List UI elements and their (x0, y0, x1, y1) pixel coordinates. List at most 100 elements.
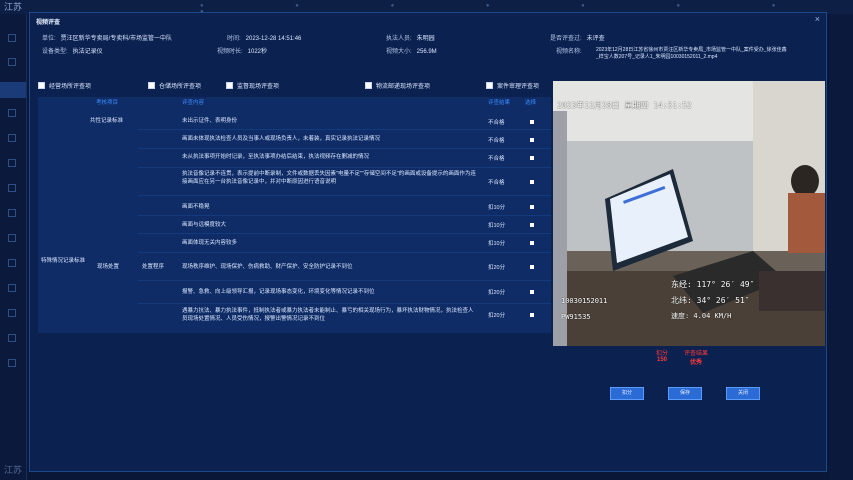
row-select[interactable] (530, 313, 534, 317)
checkbox-box[interactable] (486, 82, 493, 89)
table-row: 现场秩序维护、现场保护、伤病救助、财产保护、安全防护记录不到位 (182, 264, 353, 270)
sidebar-item-icon[interactable] (8, 134, 16, 142)
row-divider (138, 303, 551, 304)
table-row: 未从执法事项开始时记录，至执法事项办结后结束，执法视频存在删减的情况 (182, 154, 370, 160)
video-player[interactable]: 2023年12月28日 星期四 14:51:52 东经: 117° 26′ 49… (553, 81, 825, 346)
unit-value: 贾汪区新华专卖局/专卖科/市场监管一中队 (60, 36, 173, 42)
row-select[interactable] (530, 241, 534, 245)
filename-line1: 2023年12月28日江苏省徐州市贾汪区新华专卖局_市场监管一中队_案件受办_徐… (596, 47, 787, 53)
row-result: 扣20分 (488, 265, 506, 271)
size-info: 视频大小: 256.9M (386, 46, 437, 55)
close-icon[interactable]: × (815, 14, 820, 24)
row-divider (138, 195, 551, 196)
filename-label: 视频名称: (556, 49, 582, 55)
checkbox-box[interactable] (365, 82, 372, 89)
row-select[interactable] (530, 290, 534, 294)
sidebar-item-icon[interactable] (8, 259, 16, 267)
table-row: 执法音像记录不连贯，表示提前中断录制，文件或数据丢失因素"电量不足""存储空间不… (182, 171, 476, 185)
right-panel-edge (829, 14, 853, 480)
row-divider (138, 167, 551, 168)
size-label: 视频大小: (386, 49, 412, 55)
review-result-label: 评查结果 (684, 351, 709, 357)
checkbox-box[interactable] (226, 82, 233, 89)
sidebar-item-icon[interactable] (8, 359, 16, 367)
sidebar-item-icon[interactable] (8, 184, 16, 192)
close-button[interactable]: 关闭 (726, 387, 760, 400)
table-row: 画面体现无关内容较多 (182, 240, 238, 246)
sub-onsite: 现场处置 (97, 264, 120, 270)
row-divider (138, 252, 551, 253)
row-divider (138, 215, 551, 216)
enforcer-info: 执法人员: 朱明园 (386, 33, 435, 42)
row-result: 扣10分 (488, 241, 506, 247)
duration-info: 视频时长: 1022秒 (217, 46, 267, 55)
time-info: 时间: 2023-12-28 14:51:46 (227, 33, 301, 42)
checkbox-box[interactable] (38, 82, 45, 89)
video-review-modal: 视频评查 × 单位: 贾汪区新华专卖局/专卖科/市场监管一中队 时间: 2023-1… (29, 12, 827, 472)
checkbox-box[interactable] (148, 82, 155, 89)
app-logo: 江苏 (4, 2, 23, 12)
table-row: 遇暴力抗法、暴力执法事件，抵制执法者或暴力执法者未能制止、暴亏的相关现场行为，暴… (182, 308, 474, 322)
size-value: 256.9M (416, 49, 437, 55)
row-select[interactable] (530, 205, 534, 209)
time-value: 2023-12-28 14:51:46 (245, 36, 302, 42)
sidebar-item-icon[interactable] (8, 209, 16, 217)
bottom-app-label: 江苏 (4, 465, 23, 475)
sub-procedure: 处置程序 (142, 264, 165, 270)
enforcer-value: 朱明园 (416, 36, 435, 42)
sidebar-item-icon[interactable] (8, 334, 16, 342)
sidebar-item-icon[interactable] (8, 34, 16, 42)
header-mark: 选择 (525, 100, 537, 106)
filename-value: 2023年12月28日江苏省徐州市贾汪区新华专卖局_市场监管一中队_案件受办_徐… (596, 46, 826, 60)
group-general: 共性记录标准 (90, 118, 124, 124)
device-info: 设备类型: 执法记录仪 (42, 46, 103, 55)
modal-title: 视频评查 (36, 20, 61, 26)
header-content: 评查内容 (182, 100, 205, 106)
row-select[interactable] (530, 156, 534, 160)
sidebar-item-icon[interactable] (8, 109, 16, 117)
row-result: 不合格 (488, 138, 505, 144)
deduct-button[interactable]: 扣分 (610, 387, 644, 400)
row-select[interactable] (530, 265, 534, 269)
save-button[interactable]: 保存 (668, 387, 702, 400)
sidebar-item-icon[interactable] (8, 234, 16, 242)
filename-line2: _样宝人数207号_记录人1_朱明园10030152011_2.mp4 (596, 54, 718, 60)
checkbox-warehouse[interactable]: 仓储场所评查项 (148, 81, 201, 90)
enforcer-label: 执法人员: (386, 36, 412, 42)
checkbox-logistics[interactable]: 物流邮递现场评查项 (365, 81, 430, 90)
time-label: 时间: (227, 36, 241, 42)
review-result-value: 优秀 (690, 360, 703, 366)
device-label: 设备类型: (42, 49, 68, 55)
sidebar-item-active[interactable] (0, 82, 26, 98)
osd-time: 14:51:52 (653, 101, 692, 110)
sidebar-item-icon[interactable] (8, 58, 16, 66)
osd-date-text: 2023年12月28日 (557, 101, 620, 110)
table-row: 画面不稳晃 (182, 204, 210, 210)
sidebar-item-icon[interactable] (8, 309, 16, 317)
checkbox-supervision[interactable]: 监督现场评查项 (226, 81, 279, 90)
osd-weekday: 星期四 (624, 101, 649, 110)
video-frame (553, 81, 825, 346)
checkbox-business-site[interactable]: 经营场所评查项 (38, 81, 91, 90)
reviewed-label: 是否评查过: (550, 36, 582, 42)
sidebar-item-icon[interactable] (8, 284, 16, 292)
reviewed-info: 是否评查过: 未评查 (550, 33, 605, 42)
row-select[interactable] (530, 138, 534, 142)
row-select[interactable] (530, 180, 534, 184)
checkbox-label: 经营场所评查项 (49, 84, 92, 90)
checkbox-case-review[interactable]: 案件审理评查项 (486, 81, 539, 90)
checkbox-label: 监督现场评查项 (237, 84, 280, 90)
row-result: 不合格 (488, 120, 505, 126)
checkbox-label: 物流邮递现场评查项 (376, 84, 431, 90)
table-row: 未出示证件、表明身份 (182, 118, 238, 124)
row-divider (138, 233, 551, 234)
sidebar-item-icon[interactable] (8, 159, 16, 167)
unit-info: 单位: 贾汪区新华专卖局/专卖科/市场监管一中队 (42, 33, 172, 42)
row-result: 扣10分 (488, 223, 506, 229)
row-divider (138, 280, 551, 281)
header-result: 评查结果 (488, 100, 511, 106)
row-select[interactable] (530, 223, 534, 227)
osd-device-id: 10030152011 (561, 297, 608, 305)
row-select[interactable] (530, 120, 534, 124)
checkbox-label: 仓储场所评查项 (159, 84, 202, 90)
